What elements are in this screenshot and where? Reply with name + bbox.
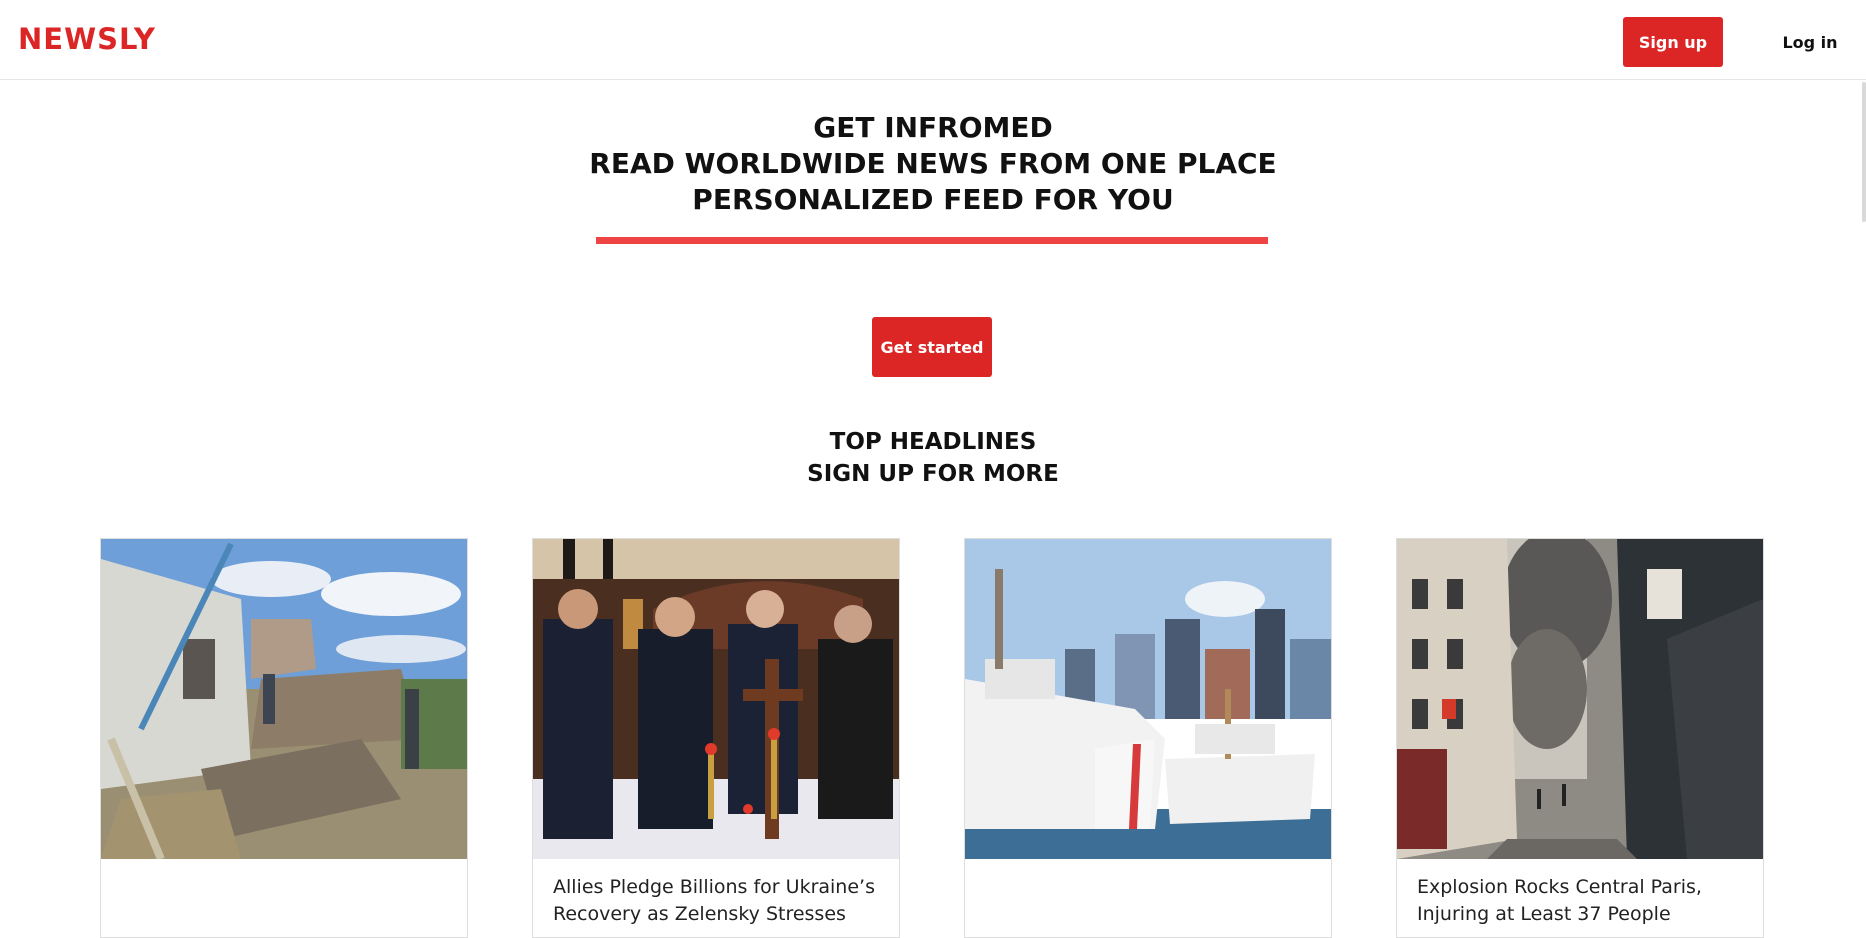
top-navbar: NEWSLY Sign up Log in xyxy=(0,0,1866,80)
headline-card-1[interactable] xyxy=(100,538,468,938)
headline-card-2[interactable]: Allies Pledge Billions for Ukraine’s Rec… xyxy=(532,538,900,938)
diplomats-candles-photo-icon[interactable] xyxy=(533,539,899,859)
top-headlines-subtitle: SIGN UP FOR MORE xyxy=(807,461,1059,487)
brand-logo[interactable]: NEWSLY xyxy=(18,22,156,56)
headline-card-3[interactable] xyxy=(964,538,1332,938)
top-headlines-heading: TOP HEADLINES SIGN UP FOR MORE xyxy=(0,426,1866,490)
war-damage-photo-icon[interactable] xyxy=(101,539,467,859)
headline-card-4[interactable]: Explosion Rocks Central Paris, Injuring … xyxy=(1396,538,1764,938)
paris-explosion-street-photo-icon[interactable] xyxy=(1397,539,1763,859)
hero-line-2: READ WORLDWIDE NEWS FROM ONE PLACE xyxy=(589,147,1277,180)
hero-divider xyxy=(596,237,1268,244)
hero-line-3: PERSONALIZED FEED FOR YOU xyxy=(692,183,1174,216)
get-started-button[interactable]: Get started xyxy=(872,317,992,377)
hero-heading: GET INFROMED READ WORLDWIDE NEWS FROM ON… xyxy=(0,110,1866,218)
hero-line-1: GET INFROMED xyxy=(813,111,1053,144)
login-button[interactable]: Log in xyxy=(1770,17,1850,67)
coast-guard-ship-photo-icon[interactable] xyxy=(965,539,1331,859)
top-headlines-title: TOP HEADLINES xyxy=(829,429,1037,455)
signup-button[interactable]: Sign up xyxy=(1623,17,1723,67)
